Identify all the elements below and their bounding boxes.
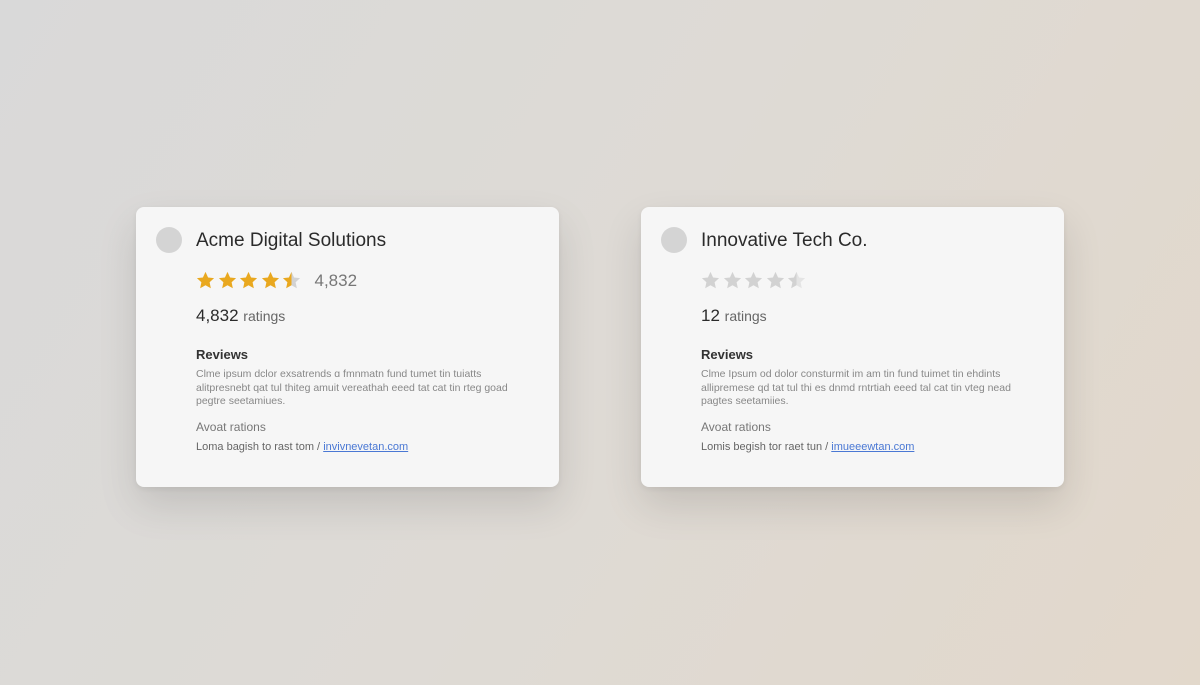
star-rating [700,270,808,291]
source-link[interactable]: invivnevetan.com [323,441,408,453]
star-icon [722,270,743,291]
star-icon [260,270,281,291]
source-line: Lomis begish tor raet tun / imueeewtan.c… [701,441,914,453]
ratings-total: 12 ratings [701,306,767,326]
ratings-label: ratings [243,308,286,324]
star-icon [238,270,259,291]
source-link[interactable]: imueeewtan.com [831,441,914,453]
review-text: Clme ipsum dclor exsatrends ɑ fmnmatn fu… [196,368,536,409]
business-card-acme[interactable]: Acme Digital Solutions 4,832 4,832 ratin… [136,207,559,487]
star-icon [786,270,807,291]
review-line: pegtre seetamiues. [196,395,286,407]
sub-heading: Avoat rations [701,420,771,434]
ratings-total: 4,832 ratings [196,306,285,326]
star-icon [743,270,764,291]
review-line: allipremese qd tat tul thi es dnmd rntrt… [701,381,1011,394]
avatar [661,227,687,253]
star-icon [765,270,786,291]
review-line: pagtes seetamiies. [701,395,789,407]
star-rating [195,270,303,291]
avatar [156,227,182,253]
business-card-innovative[interactable]: Innovative Tech Co. 12 ratings Reviews C… [641,207,1064,487]
star-icon [217,270,238,291]
ratings-number: 4,832 [196,306,239,325]
review-line: Clme Ipsum od dolor consturmit im am tin… [701,368,1001,380]
star-rating-count: 4,832 [314,270,358,290]
ratings-number: 12 [701,306,720,325]
review-line: alitpresnebt qat tul thiteg amuit vereat… [196,381,508,394]
star-icon [281,270,302,291]
source-text: Loma bagish to rast tom / [196,441,321,453]
ratings-label: ratings [724,308,767,324]
star-icon [195,270,216,291]
reviews-heading: Reviews [196,347,249,362]
review-text: Clme Ipsum od dolor consturmit im am tin… [701,368,1041,409]
star-rating-row: 4,832 [195,270,357,291]
sub-heading: Avoat rations [196,420,266,434]
business-title: Innovative Tech Co. [701,230,868,251]
business-title: Acme Digital Solutions [196,230,387,251]
source-text: Lomis begish tor raet tun / [701,441,829,453]
reviews-heading: Reviews [701,347,754,362]
review-line: Clme ipsum dclor exsatrends ɑ fmnmatn fu… [196,368,482,380]
source-line: Loma bagish to rast tom / invivnevetan.c… [196,441,408,453]
star-icon [700,270,721,291]
star-rating-row [700,270,820,291]
